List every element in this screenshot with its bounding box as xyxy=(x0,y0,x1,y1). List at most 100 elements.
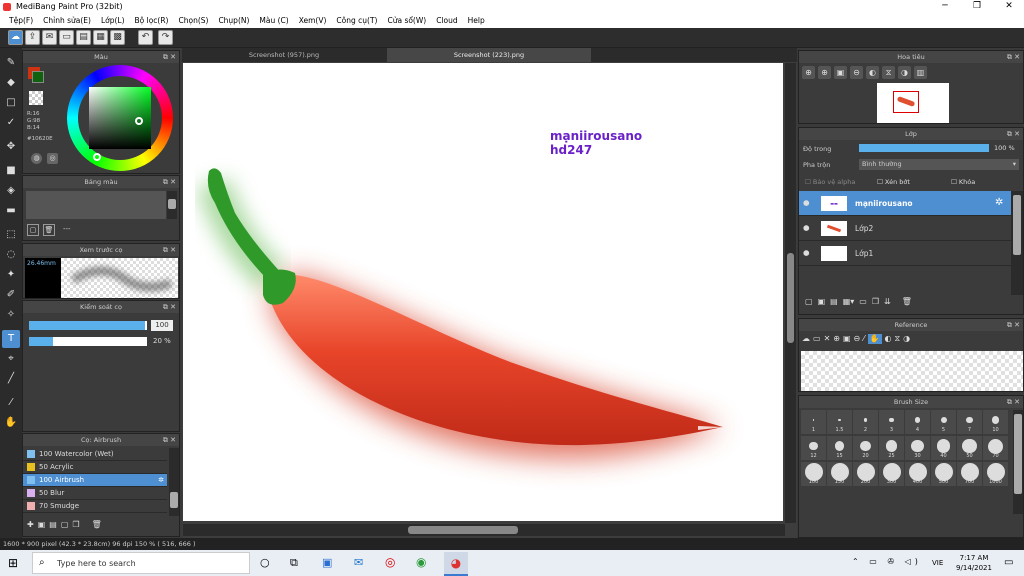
eyedropper-tool-icon[interactable]: ⁄ xyxy=(2,394,20,412)
brush-size-option[interactable]: 30 xyxy=(905,436,930,460)
clock[interactable]: 7:17 AM 9/14/2021 xyxy=(954,553,994,573)
ref-zoom-in-icon[interactable]: ⊕ xyxy=(833,334,840,344)
ref-hand-icon[interactable]: ✋ xyxy=(867,334,882,344)
gradient-tool-icon[interactable]: ▬ xyxy=(2,202,20,220)
new-halftone-icon[interactable]: ▦▾ xyxy=(843,297,855,306)
canvas-vscroll[interactable] xyxy=(785,63,796,523)
color-mode-icon[interactable]: ◍ xyxy=(31,153,42,164)
navigator-thumbnail[interactable] xyxy=(877,83,949,123)
browser-icon[interactable]: ◉ xyxy=(416,555,426,569)
brush-size-option[interactable]: 700 xyxy=(957,462,982,486)
rotate-right-icon[interactable]: ◑ xyxy=(898,66,911,79)
panel-close-icon[interactable]: ⧉ ✕ xyxy=(1007,128,1020,140)
brush-new-icon[interactable]: ▢ xyxy=(61,520,69,529)
redo-icon[interactable]: ↷ xyxy=(158,30,173,45)
upload-icon[interactable]: ⇪ xyxy=(25,30,40,45)
brush-tool-icon[interactable]: ✎ xyxy=(2,54,20,72)
brush-size-scrollbar[interactable] xyxy=(1013,410,1023,514)
brush-opacity-slider[interactable] xyxy=(29,337,147,346)
hue-handle[interactable] xyxy=(93,153,101,161)
ref-rotate-right-icon[interactable]: ◑ xyxy=(903,334,910,344)
blend-mode-select[interactable]: Bình thường ▾ xyxy=(859,159,1019,170)
cloud-icon[interactable]: ☁ xyxy=(8,30,23,45)
menu-cloud[interactable]: Cloud xyxy=(431,14,462,28)
magic-wand-icon[interactable]: ✦ xyxy=(2,266,20,284)
clipping-checkbox[interactable]: ☐ Xén bớt xyxy=(877,178,910,186)
brush-size-option[interactable]: 7 xyxy=(957,410,982,434)
panel-close-icon[interactable]: ⧉ ✕ xyxy=(163,51,176,63)
reset-view-icon[interactable]: ▥ xyxy=(914,66,927,79)
brush-size-option[interactable]: 50 xyxy=(957,436,982,460)
brush-size-option[interactable]: 200 xyxy=(853,462,878,486)
marquee-tool-icon[interactable]: ⬚ xyxy=(2,226,20,244)
lock-checkbox[interactable]: ☐ Khóa xyxy=(951,178,975,186)
brush-size-option[interactable]: 12 xyxy=(801,436,826,460)
new-folder-icon[interactable]: ▭ xyxy=(859,297,867,306)
brush-size-option[interactable]: 25 xyxy=(879,436,904,460)
layer-item-1[interactable]: ● Lớp1 xyxy=(799,241,1011,266)
menu-tools[interactable]: Công cụ(T) xyxy=(331,14,382,28)
brush-size-option[interactable]: 1000 xyxy=(983,462,1008,486)
tray-icons[interactable]: ⌃ ▭ ✇ ◁) xyxy=(852,557,922,566)
brush-size-option[interactable]: 40 xyxy=(931,436,956,460)
new-layer-1bit-icon[interactable]: ▤ xyxy=(830,297,838,306)
maximize-button[interactable]: ❐ xyxy=(962,1,992,13)
text-tool-icon[interactable]: T xyxy=(2,330,20,348)
rectangle-select-icon[interactable]: □ xyxy=(2,94,20,112)
menu-snap[interactable]: Chụp(N) xyxy=(213,14,254,28)
menu-color[interactable]: Màu (C) xyxy=(254,14,293,28)
zoom-in-icon[interactable]: ⊕ xyxy=(802,66,815,79)
medibang-taskbar-icon[interactable]: ◕ xyxy=(444,552,468,576)
panel-close-icon[interactable]: ⧉ ✕ xyxy=(163,301,176,313)
brush-size-option[interactable]: 300 xyxy=(879,462,904,486)
grid-icon[interactable]: ▩ xyxy=(110,30,125,45)
brush-size-value[interactable]: 100 xyxy=(151,320,173,331)
new-palette-icon[interactable]: ▢ xyxy=(27,224,39,236)
ref-fit-icon[interactable]: ▣ xyxy=(843,334,851,344)
brush-size-option[interactable]: 2 xyxy=(853,410,878,434)
menu-edit[interactable]: Chỉnh sửa(E) xyxy=(38,14,96,28)
layer-item-2[interactable]: ● Lớp2 xyxy=(799,216,1011,241)
task-view-icon[interactable]: ⧉ xyxy=(290,556,298,570)
brush-item-watercolor[interactable]: 100 Watercolor (Wet) xyxy=(23,448,167,461)
brush-size-option[interactable]: 4 xyxy=(905,410,930,434)
operation-tool-icon[interactable]: ⌖ xyxy=(2,350,20,368)
brush-size-option[interactable]: 150 xyxy=(827,462,852,486)
eraser-tool-icon[interactable]: ◆ xyxy=(2,74,20,92)
visibility-icon[interactable]: ● xyxy=(803,248,810,257)
visibility-icon[interactable]: ● xyxy=(803,223,810,232)
menu-filter[interactable]: Bộ lọc(R) xyxy=(130,14,174,28)
divide-tool-icon[interactable]: ╱ xyxy=(2,370,20,388)
hand-tool-icon[interactable]: ✋ xyxy=(2,414,20,432)
close-button[interactable]: ✕ xyxy=(994,1,1024,13)
brush-size-option[interactable]: 100 xyxy=(801,462,826,486)
brush-size-option[interactable]: 5 xyxy=(931,410,956,434)
menu-select[interactable]: Chọn(S) xyxy=(173,14,213,28)
brush-item-blur[interactable]: 50 Blur xyxy=(23,487,167,500)
language-indicator[interactable]: VIE xyxy=(932,559,943,567)
gear-icon[interactable]: ✲ xyxy=(995,197,1003,208)
menu-file[interactable]: Tệp(F) xyxy=(4,14,38,28)
brush-size-option[interactable]: 500 xyxy=(931,462,956,486)
primary-color-swatch[interactable] xyxy=(32,71,44,83)
panel-close-icon[interactable]: ⧉ ✕ xyxy=(1007,396,1020,408)
notification-icon[interactable]: ▭ xyxy=(1004,557,1013,568)
new-layer-8bit-icon[interactable]: ▣ xyxy=(818,297,826,306)
color-set-icon[interactable]: ◎ xyxy=(47,153,58,164)
minimize-button[interactable]: ─ xyxy=(930,1,960,13)
select-pen-icon[interactable]: ✐ xyxy=(2,286,20,304)
hue-ring[interactable] xyxy=(67,65,173,171)
ref-zoom-out-icon[interactable]: ⊖ xyxy=(854,334,861,344)
ref-eyedropper-icon[interactable]: ⁄ xyxy=(863,334,864,344)
chat-icon[interactable]: ▭ xyxy=(59,30,74,45)
panel-close-icon[interactable]: ⧉ ✕ xyxy=(163,176,176,188)
palette-area[interactable] xyxy=(26,191,166,219)
layout-icon[interactable]: ▦ xyxy=(93,30,108,45)
panel-close-icon[interactable]: ⧉ ✕ xyxy=(1007,319,1020,331)
ref-close-icon[interactable]: ✕ xyxy=(824,334,831,344)
flip-icon[interactable]: ⧖ xyxy=(882,66,895,79)
merge-layer-icon[interactable]: ⇊ xyxy=(884,297,891,306)
brush-size-option[interactable]: 400 xyxy=(905,462,930,486)
brush-list-scrollbar[interactable] xyxy=(169,448,179,516)
brush-item-smudge[interactable]: 70 Smudge xyxy=(23,500,167,513)
